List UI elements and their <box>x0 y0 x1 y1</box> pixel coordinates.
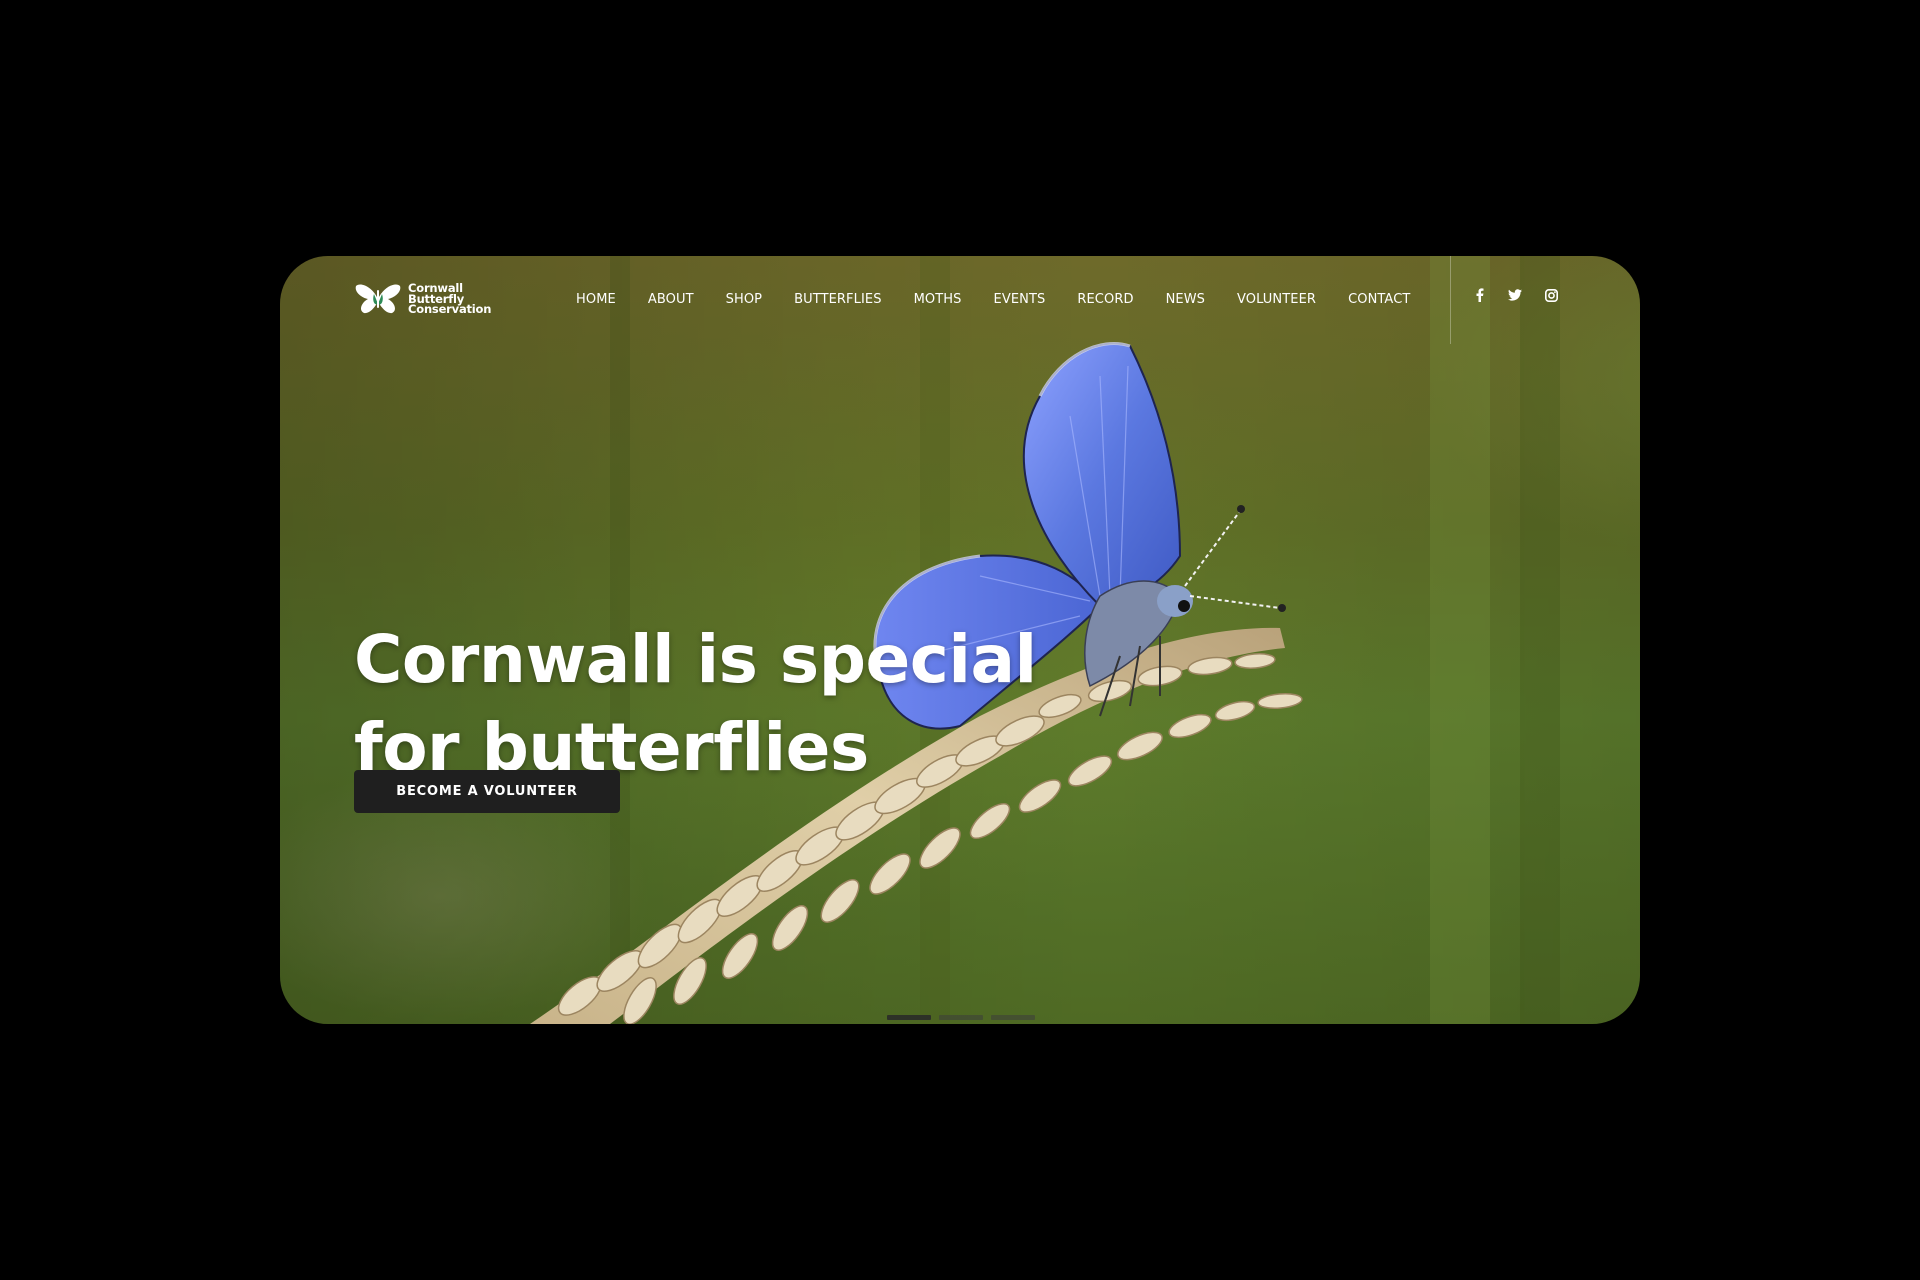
nav-divider <box>1450 256 1451 344</box>
nav-item-butterflies[interactable]: BUTTERFLIES <box>778 284 897 315</box>
site-name-line-3: Conservation <box>408 302 492 317</box>
nav-item-shop[interactable]: SHOP <box>710 284 779 315</box>
twitter-icon[interactable] <box>1506 286 1524 304</box>
hero-heading: Cornwall is special for butterflies <box>354 616 1037 792</box>
become-volunteer-button[interactable]: BECOME A VOLUNTEER <box>354 770 620 813</box>
butterfly-logo-icon <box>355 284 401 314</box>
hero-heading-line-1: Cornwall is special <box>354 621 1037 699</box>
nav-item-home[interactable]: HOME <box>560 284 632 315</box>
slider-dot-2[interactable] <box>939 1015 983 1020</box>
nav-item-events[interactable]: EVENTS <box>978 284 1062 315</box>
nav-item-record[interactable]: RECORD <box>1061 284 1149 315</box>
hero-banner: Cornwall Butterfly Conservation HOME ABO… <box>280 256 1640 1024</box>
facebook-icon[interactable] <box>1470 286 1488 304</box>
site-logo[interactable]: Cornwall Butterfly Conservation <box>354 282 491 316</box>
social-links <box>1470 286 1560 304</box>
nav-item-moths[interactable]: MOTHS <box>898 284 978 315</box>
site-name: Cornwall Butterfly Conservation <box>408 283 491 315</box>
nav-item-contact[interactable]: CONTACT <box>1332 284 1426 315</box>
main-navigation: HOME ABOUT SHOP BUTTERFLIES MOTHS EVENTS… <box>560 284 1426 315</box>
slider-dot-3[interactable] <box>991 1015 1035 1020</box>
slider-dot-1[interactable] <box>887 1015 931 1020</box>
nav-item-volunteer[interactable]: VOLUNTEER <box>1221 284 1332 315</box>
slider-pagination <box>887 1015 1035 1020</box>
nav-item-about[interactable]: ABOUT <box>632 284 710 315</box>
instagram-icon[interactable] <box>1542 286 1560 304</box>
nav-item-news[interactable]: NEWS <box>1150 284 1221 315</box>
